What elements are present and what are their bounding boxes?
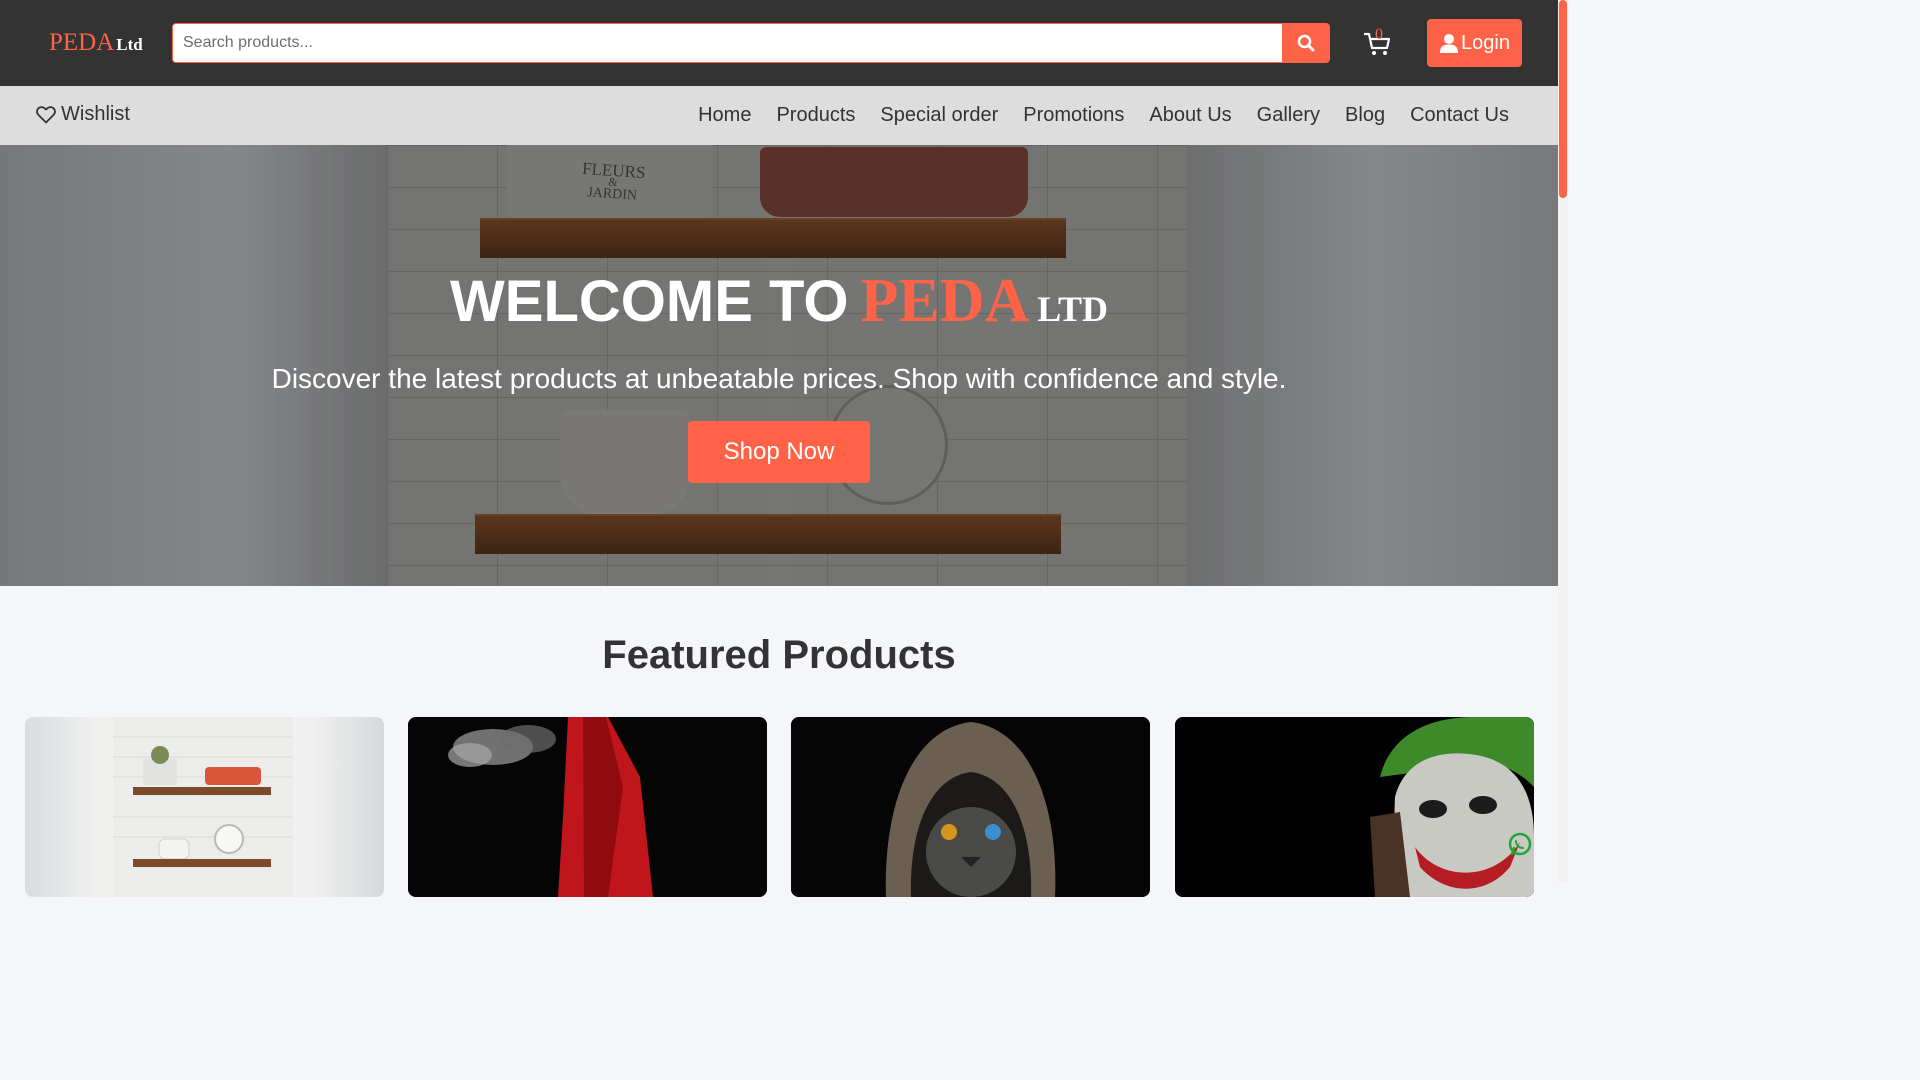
red-coat-smoke-image — [408, 717, 767, 897]
nav-about-us[interactable]: About Us — [1149, 104, 1231, 127]
hero-banner: FLEURS & JARDIN WELCOME TO PEDA LTD Discov… — [0, 145, 1558, 586]
search-button[interactable] — [1282, 23, 1330, 63]
login-label: Login — [1461, 31, 1510, 54]
hero-title-brand: PEDA — [860, 267, 1030, 335]
page-scrollbar[interactable] — [1558, 0, 1568, 882]
product-card[interactable] — [408, 717, 767, 897]
nav-special-order[interactable]: Special order — [880, 104, 998, 127]
top-header: PEDALtd 0 Login — [0, 0, 1558, 86]
product-card[interactable] — [25, 717, 384, 897]
product-card[interactable] — [791, 717, 1150, 897]
featured-products-title: Featured Products — [602, 633, 956, 677]
search-bar — [172, 23, 1330, 63]
nav-gallery[interactable]: Gallery — [1257, 104, 1320, 127]
logo[interactable]: PEDA Ltd — [49, 28, 143, 60]
logo-suffix: Ltd — [116, 35, 143, 54]
cart-button[interactable]: 0 — [1362, 26, 1396, 58]
nav-blog[interactable]: Blog — [1345, 104, 1385, 127]
login-button[interactable]: Login — [1427, 19, 1522, 67]
scrollbar-thumb[interactable] — [1559, 0, 1567, 198]
nav-contact-us[interactable]: Contact Us — [1410, 104, 1509, 127]
kitchen-shelves-image — [113, 717, 293, 897]
nav-promotions[interactable]: Promotions — [1023, 104, 1124, 127]
user-icon — [1440, 34, 1459, 53]
heart-icon — [36, 105, 56, 123]
hero-subtitle: Discover the latest products at unbeatab… — [271, 363, 1287, 394]
nav-bar: Wishlist Home Products Special order Pro… — [0, 86, 1558, 145]
whatsapp-icon[interactable] — [1507, 831, 1533, 857]
hero-title: WELCOME TO PEDA LTD — [0, 270, 1558, 340]
product-card[interactable] — [1175, 717, 1534, 897]
shop-now-button[interactable]: Shop Now — [688, 421, 870, 483]
wishlist-label: Wishlist — [61, 103, 130, 125]
cart-count: 0 — [1375, 26, 1383, 43]
hooded-cat-image — [791, 717, 1150, 897]
nav-products[interactable]: Products — [776, 104, 855, 127]
main-nav: Home Products Special order Promotions A… — [698, 104, 1509, 127]
hero-title-prefix: WELCOME TO — [450, 269, 849, 334]
logo-main: PEDA — [49, 29, 115, 56]
wishlist-link[interactable]: Wishlist — [36, 103, 130, 126]
nav-home[interactable]: Home — [698, 104, 751, 127]
search-input[interactable] — [172, 23, 1282, 63]
search-icon — [1297, 34, 1315, 52]
joker-image — [1175, 717, 1534, 897]
hero-title-suffix: LTD — [1037, 289, 1108, 329]
